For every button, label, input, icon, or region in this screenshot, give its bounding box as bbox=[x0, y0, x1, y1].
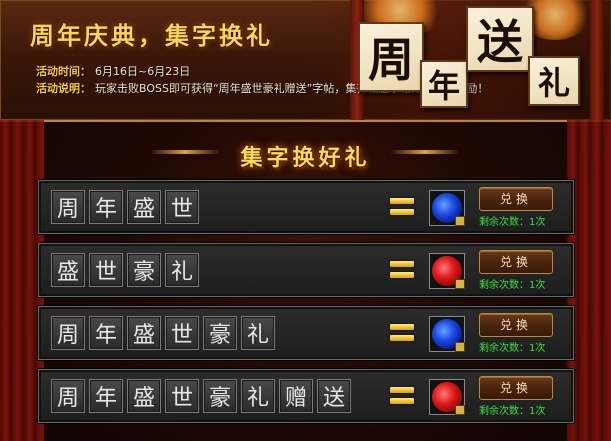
equals-icon bbox=[390, 195, 414, 219]
character-tile: 世 bbox=[165, 190, 199, 224]
character-tile: 盛 bbox=[127, 316, 161, 350]
character-tile: 周 bbox=[51, 190, 85, 224]
event-panel: 周年庆典，集字换礼 活动时间： 6月16日~6月23日 活动说明： 玩家击败BOSS… bbox=[0, 0, 611, 441]
character-tile: 盛 bbox=[51, 253, 85, 287]
exchange-button[interactable]: 兑换 bbox=[479, 376, 553, 400]
equals-icon bbox=[390, 258, 414, 282]
character-tile: 年 bbox=[89, 316, 123, 350]
reward-item-slot[interactable] bbox=[429, 190, 465, 226]
required-characters: 周 年 盛 世 豪 礼 bbox=[51, 316, 275, 350]
event-time-label: 活动时间： bbox=[36, 65, 91, 78]
lock-icon bbox=[455, 216, 465, 226]
remaining-count: 剩余次数：1次 bbox=[479, 343, 546, 354]
exchange-button[interactable]: 兑换 bbox=[479, 313, 553, 337]
required-characters: 盛 世 豪 礼 bbox=[51, 253, 199, 287]
exchange-row: 周 年 盛 世 豪 礼 赠 送 兑换 剩余次数：1次 bbox=[38, 369, 574, 423]
required-characters: 周 年 盛 世 bbox=[51, 190, 199, 224]
pillar-decoration bbox=[590, 0, 604, 120]
character-tile: 豪 bbox=[127, 253, 161, 287]
character-tile: 赠 bbox=[279, 379, 313, 413]
reward-item-slot[interactable] bbox=[429, 379, 465, 415]
character-tile: 豪 bbox=[203, 379, 237, 413]
event-title: 周年庆典，集字换礼 bbox=[30, 21, 273, 50]
remaining-count: 剩余次数：1次 bbox=[479, 217, 546, 228]
event-header: 周年庆典，集字换礼 活动时间： 6月16日~6月23日 活动说明： 玩家击败BOSS… bbox=[0, 0, 611, 122]
required-characters: 周 年 盛 世 豪 礼 赠 送 bbox=[51, 379, 351, 413]
exchange-button[interactable]: 兑换 bbox=[479, 187, 553, 211]
lock-icon bbox=[455, 405, 465, 415]
character-tile: 礼 bbox=[241, 316, 275, 350]
character-tile: 世 bbox=[165, 379, 199, 413]
section-title: 集字换好礼 bbox=[240, 145, 371, 171]
exchange-button[interactable]: 兑换 bbox=[479, 250, 553, 274]
reward-item-slot[interactable] bbox=[429, 253, 465, 289]
equals-icon bbox=[390, 321, 414, 345]
reward-item-slot[interactable] bbox=[429, 316, 465, 352]
lock-icon bbox=[455, 342, 465, 352]
character-tile: 盛 bbox=[127, 190, 161, 224]
exchange-row: 周 年 盛 世 兑换 剩余次数：1次 bbox=[38, 180, 574, 234]
remaining-count: 剩余次数：1次 bbox=[479, 280, 546, 291]
character-tile: 年 bbox=[89, 190, 123, 224]
big-char-zhou: 周 bbox=[358, 22, 424, 92]
character-tile: 豪 bbox=[203, 316, 237, 350]
exchange-row: 盛 世 豪 礼 兑换 剩余次数：1次 bbox=[38, 243, 574, 297]
character-tile: 世 bbox=[165, 316, 199, 350]
character-tile: 年 bbox=[89, 379, 123, 413]
big-char-nian: 年 bbox=[420, 60, 468, 108]
character-tile: 周 bbox=[51, 379, 85, 413]
character-tile: 礼 bbox=[241, 379, 275, 413]
event-time-value: 6月16日~6月23日 bbox=[95, 65, 191, 78]
event-time: 活动时间： 6月16日~6月23日 bbox=[36, 63, 190, 79]
lock-icon bbox=[455, 279, 465, 289]
character-tile: 世 bbox=[89, 253, 123, 287]
big-char-song: 送 bbox=[466, 6, 534, 72]
event-description-label: 活动说明： bbox=[36, 82, 91, 95]
character-tile: 送 bbox=[317, 379, 351, 413]
remaining-count: 剩余次数：1次 bbox=[479, 406, 546, 417]
big-char-li: 礼 bbox=[528, 56, 580, 106]
equals-icon bbox=[390, 384, 414, 408]
character-tile: 盛 bbox=[127, 379, 161, 413]
character-tile: 礼 bbox=[165, 253, 199, 287]
character-tile: 周 bbox=[51, 316, 85, 350]
exchange-row: 周 年 盛 世 豪 礼 兑换 剩余次数：1次 bbox=[38, 306, 574, 360]
